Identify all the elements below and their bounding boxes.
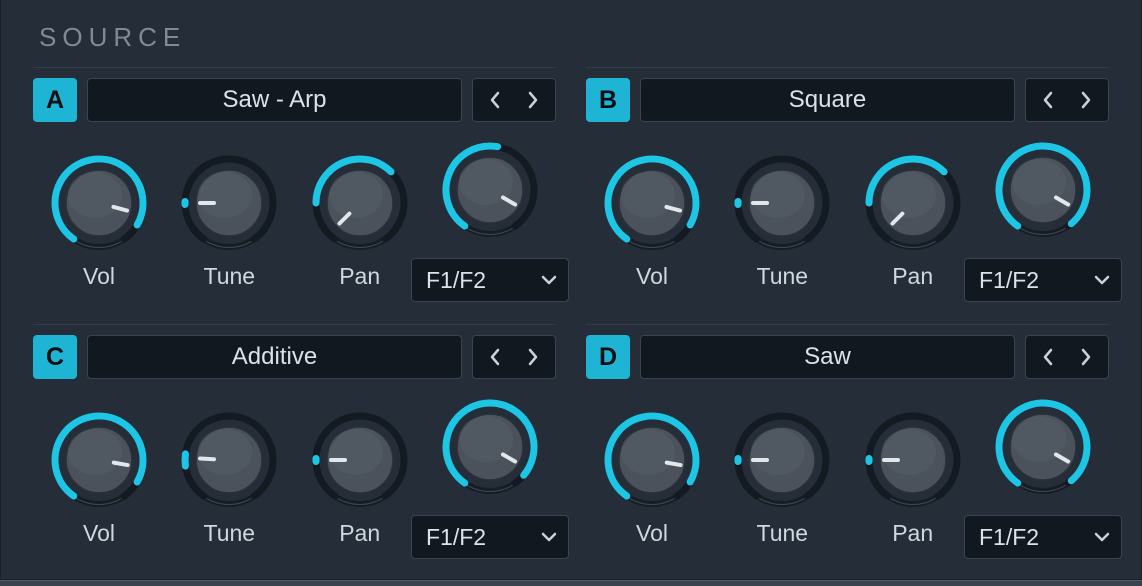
knob-cell-pan: Pan [853,155,973,290]
knob-row: Vol Tune Pan F1/F2 [586,142,1109,302]
source-preset-nav [1025,78,1109,122]
knob-cell-vol: Vol [39,155,159,290]
knob-cell-tune: Tune [722,155,842,290]
knob-label: Tune [204,520,256,547]
chevron-right-icon[interactable] [520,91,546,109]
pan-knob[interactable] [312,412,408,508]
source-d: DSaw Vol Tune Pan F1/F2 [586,324,1109,565]
knob-label: Tune [757,263,809,290]
knob-cell-pan: Pan [853,412,973,547]
filter-route-select[interactable]: F1/F2 [411,515,569,559]
section-title: SOURCE [39,22,1109,53]
knob-label: Pan [339,520,380,547]
chevron-down-icon [1093,273,1111,287]
pan-knob[interactable] [865,155,961,251]
filter-route-select[interactable]: F1/F2 [411,258,569,302]
chevron-right-icon[interactable] [1073,91,1099,109]
knob-cell-vol: Vol [39,412,159,547]
vol-knob[interactable] [51,412,147,508]
knob-cell-route: F1/F2 [983,399,1103,559]
knob-cell-vol: Vol [592,155,712,290]
knob-cell-route: F1/F2 [430,142,550,302]
knob-label: Tune [204,263,256,290]
chevron-down-icon [540,530,558,544]
filter-knob[interactable] [442,142,538,238]
knob-label: Pan [892,520,933,547]
knob-label: Vol [83,520,115,547]
tune-knob[interactable] [181,412,277,508]
source-c: CAdditive Vol Tune Pan F1/F2 [33,324,556,565]
chevron-down-icon [540,273,558,287]
knob-row: Vol Tune Pan F1/F2 [586,399,1109,559]
source-badge-b[interactable]: B [586,78,630,122]
chevron-left-icon[interactable] [482,91,508,109]
knob-label: Pan [892,263,933,290]
source-preset-nav [472,78,556,122]
source-preset-name[interactable]: Saw - Arp [87,78,462,122]
knob-cell-tune: Tune [722,412,842,547]
source-header: CAdditive [33,335,556,379]
filter-route-value: F1/F2 [426,524,486,551]
knob-label: Vol [83,263,115,290]
source-badge-a[interactable]: A [33,78,77,122]
source-preset-nav [1025,335,1109,379]
source-badge-d[interactable]: D [586,335,630,379]
knob-label: Vol [636,263,668,290]
knob-cell-pan: Pan [300,412,420,547]
knob-label: Pan [339,263,380,290]
chevron-right-icon[interactable] [1073,348,1099,366]
source-badge-c[interactable]: C [33,335,77,379]
filter-knob[interactable] [995,399,1091,495]
chevron-right-icon[interactable] [520,348,546,366]
source-header: DSaw [586,335,1109,379]
vol-knob[interactable] [604,412,700,508]
bottom-divider [0,580,1142,586]
knob-label: Tune [757,520,809,547]
chevron-left-icon[interactable] [1035,91,1061,109]
pan-knob[interactable] [865,412,961,508]
source-preset-name[interactable]: Saw [640,335,1015,379]
filter-route-value: F1/F2 [979,267,1039,294]
source-preset-name[interactable]: Additive [87,335,462,379]
filter-route-select[interactable]: F1/F2 [964,515,1122,559]
knob-cell-tune: Tune [169,155,289,290]
tune-knob[interactable] [734,155,830,251]
filter-route-value: F1/F2 [979,524,1039,551]
chevron-left-icon[interactable] [482,348,508,366]
vol-knob[interactable] [51,155,147,251]
source-preset-nav [472,335,556,379]
filter-route-select[interactable]: F1/F2 [964,258,1122,302]
source-header: BSquare [586,78,1109,122]
pan-knob[interactable] [312,155,408,251]
knob-cell-route: F1/F2 [983,142,1103,302]
chevron-down-icon [1093,530,1111,544]
source-panel: SOURCE ASaw - Arp Vol Tune Pan F1/F2 BSquare V… [0,0,1142,580]
tune-knob[interactable] [734,412,830,508]
source-a: ASaw - Arp Vol Tune Pan F1/F2 [33,67,556,308]
filter-knob[interactable] [995,142,1091,238]
tune-knob[interactable] [181,155,277,251]
source-header: ASaw - Arp [33,78,556,122]
source-b: BSquare Vol Tune Pan F1/F2 [586,67,1109,308]
knob-cell-tune: Tune [169,412,289,547]
knob-cell-route: F1/F2 [430,399,550,559]
knob-cell-pan: Pan [300,155,420,290]
sources-grid: ASaw - Arp Vol Tune Pan F1/F2 BSquare Vol Tune P… [33,67,1109,565]
vol-knob[interactable] [604,155,700,251]
filter-knob[interactable] [442,399,538,495]
filter-route-value: F1/F2 [426,267,486,294]
chevron-left-icon[interactable] [1035,348,1061,366]
knob-cell-vol: Vol [592,412,712,547]
source-preset-name[interactable]: Square [640,78,1015,122]
knob-row: Vol Tune Pan F1/F2 [33,142,556,302]
knob-row: Vol Tune Pan F1/F2 [33,399,556,559]
knob-label: Vol [636,520,668,547]
